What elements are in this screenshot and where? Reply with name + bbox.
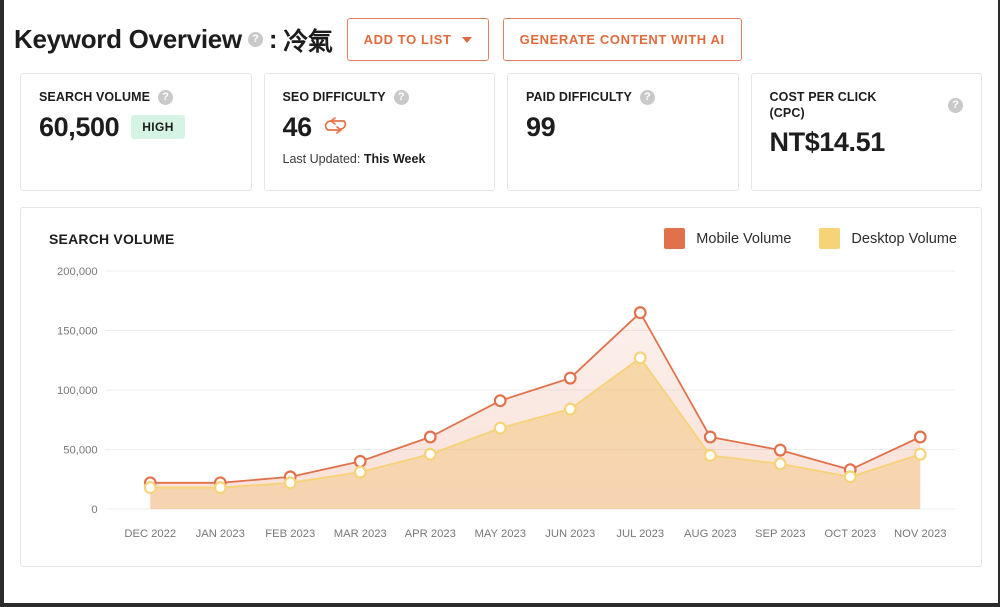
cpc-value: NT$14.51 xyxy=(770,127,885,158)
svg-text:DEC 2022: DEC 2022 xyxy=(124,528,176,540)
chart-header: SEARCH VOLUME Mobile Volume Desktop Volu… xyxy=(35,224,967,249)
svg-text:SEP 2023: SEP 2023 xyxy=(755,528,805,540)
paid-difficulty-value: 99 xyxy=(526,112,555,143)
card-header: PAID DIFFICULTY ? xyxy=(526,90,720,106)
page-title: Keyword Overview ? : 冷氣 xyxy=(14,22,333,58)
legend-label-mobile: Mobile Volume xyxy=(696,231,791,247)
page-header: Keyword Overview ? : 冷氣 ADD TO LIST GENE… xyxy=(4,0,998,73)
svg-text:MAY 2023: MAY 2023 xyxy=(475,528,526,540)
help-circle-icon[interactable]: ? xyxy=(640,90,655,105)
chart-plot-area: 0 50,000 100,000 150,000 200,000 DEC 2022 JAN … xyxy=(35,263,967,553)
title-separator: : xyxy=(269,24,277,55)
help-circle-icon[interactable]: ? xyxy=(948,98,963,113)
card-label: COST PER CLICK (CPC) xyxy=(770,90,898,121)
card-label: PAID DIFFICULTY xyxy=(526,90,632,106)
card-value-row: 60,500 HIGH xyxy=(39,112,233,143)
add-to-list-button[interactable]: ADD TO LIST xyxy=(347,18,489,61)
legend-item-desktop[interactable]: Desktop Volume xyxy=(819,228,957,249)
svg-text:150,000: 150,000 xyxy=(57,325,98,337)
keyword-overview-page: Keyword Overview ? : 冷氣 ADD TO LIST GENE… xyxy=(0,0,1000,607)
seo-difficulty-value: 46 xyxy=(283,112,312,143)
chart-title: SEARCH VOLUME xyxy=(49,231,175,247)
svg-text:50,000: 50,000 xyxy=(63,444,97,456)
generate-content-button[interactable]: GENERATE CONTENT WITH AI xyxy=(503,18,742,61)
card-label: SEO DIFFICULTY xyxy=(283,90,386,106)
metric-card-search-volume: SEARCH VOLUME ? 60,500 HIGH xyxy=(20,73,252,191)
refresh-icon[interactable] xyxy=(324,112,348,143)
svg-text:0: 0 xyxy=(91,504,97,516)
metric-cards: SEARCH VOLUME ? 60,500 HIGH SEO DIFFICUL… xyxy=(4,73,998,191)
help-circle-icon[interactable]: ? xyxy=(158,90,173,105)
card-header: SEO DIFFICULTY ? xyxy=(283,90,477,106)
keyword-text: 冷氣 xyxy=(283,22,332,58)
svg-text:AUG 2023: AUG 2023 xyxy=(684,528,736,540)
search-volume-value: 60,500 xyxy=(39,112,119,143)
svg-text:JUL 2023: JUL 2023 xyxy=(616,528,664,540)
svg-text:OCT 2023: OCT 2023 xyxy=(824,528,876,540)
chart-legend: Mobile Volume Desktop Volume xyxy=(664,228,957,249)
page-title-text: Keyword Overview xyxy=(14,24,242,55)
last-updated-value: This Week xyxy=(364,152,426,166)
add-to-list-label: ADD TO LIST xyxy=(364,32,452,47)
card-value-row: NT$14.51 xyxy=(770,127,964,158)
card-value-row: 46 xyxy=(283,112,477,143)
metric-card-paid-difficulty: PAID DIFFICULTY ? 99 xyxy=(507,73,739,191)
svg-text:MAR 2023: MAR 2023 xyxy=(334,528,387,540)
svg-text:JUN 2023: JUN 2023 xyxy=(545,528,595,540)
chevron-down-icon xyxy=(462,37,472,43)
card-label: SEARCH VOLUME xyxy=(39,90,150,106)
card-header: SEARCH VOLUME ? xyxy=(39,90,233,106)
svg-text:200,000: 200,000 xyxy=(57,266,98,278)
help-circle-icon[interactable]: ? xyxy=(248,32,263,47)
search-volume-chart-panel: SEARCH VOLUME Mobile Volume Desktop Volu… xyxy=(20,207,982,567)
svg-text:100,000: 100,000 xyxy=(57,385,98,397)
card-header: COST PER CLICK (CPC) ? xyxy=(770,90,964,121)
metric-card-cpc: COST PER CLICK (CPC) ? NT$14.51 xyxy=(751,73,983,191)
card-subtext: Last Updated: This Week xyxy=(283,152,477,166)
generate-content-label: GENERATE CONTENT WITH AI xyxy=(520,32,725,47)
legend-label-desktop: Desktop Volume xyxy=(851,231,957,247)
chart-svg: 0 50,000 100,000 150,000 200,000 DEC 2022 JAN … xyxy=(35,263,967,553)
help-circle-icon[interactable]: ? xyxy=(394,90,409,105)
svg-text:FEB 2023: FEB 2023 xyxy=(265,528,315,540)
svg-text:NOV 2023: NOV 2023 xyxy=(894,528,946,540)
status-badge: HIGH xyxy=(131,115,185,139)
last-updated-prefix: Last Updated: xyxy=(283,152,364,166)
card-value-row: 99 xyxy=(526,112,720,143)
svg-text:JAN 2023: JAN 2023 xyxy=(196,528,245,540)
svg-text:APR 2023: APR 2023 xyxy=(405,528,456,540)
legend-swatch-desktop xyxy=(819,228,840,249)
legend-item-mobile[interactable]: Mobile Volume xyxy=(664,228,791,249)
metric-card-seo-difficulty: SEO DIFFICULTY ? 46 Last Updated: This W… xyxy=(264,73,496,191)
legend-swatch-mobile xyxy=(664,228,685,249)
